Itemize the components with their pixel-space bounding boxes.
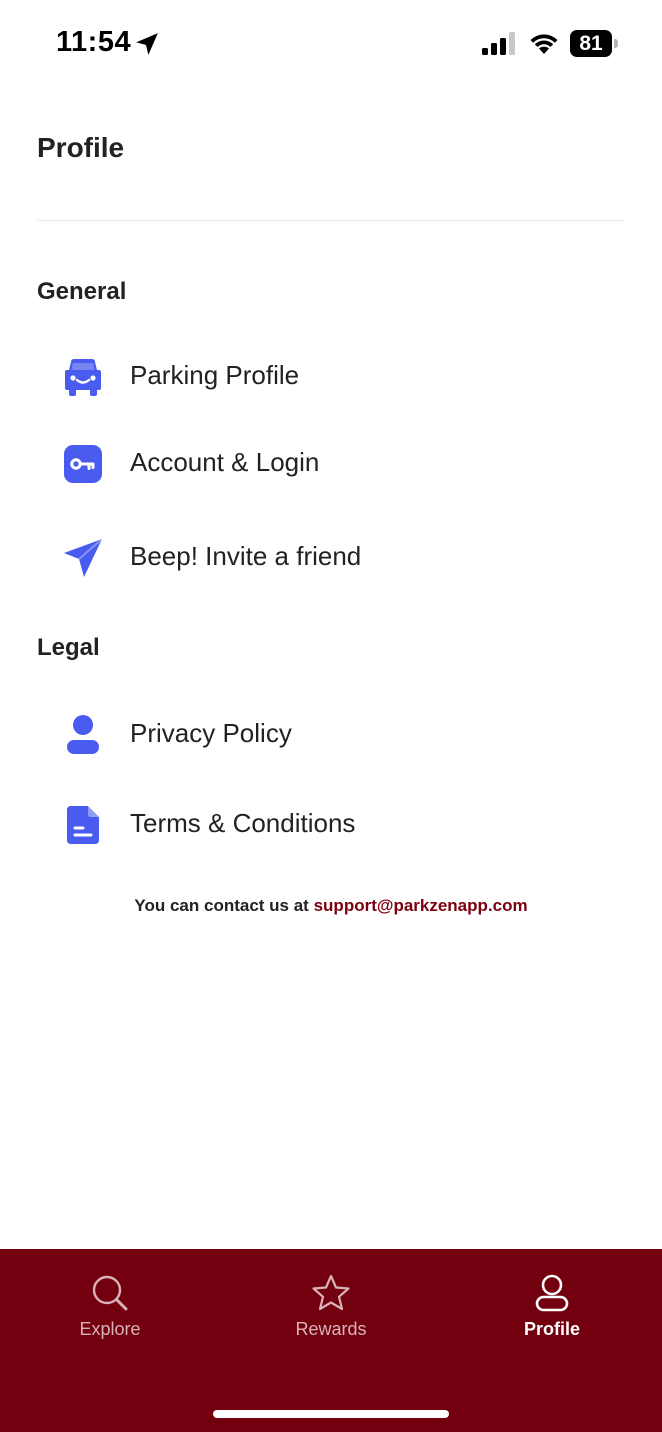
menu-item-account-login[interactable]: Account & Login (40, 433, 600, 493)
section-heading-general: General (37, 278, 127, 305)
person-icon (67, 715, 99, 754)
search-icon (92, 1275, 128, 1311)
bottom-tab-bar: Explore Rewards Profile (0, 1249, 662, 1432)
cellular-signal-icon (482, 32, 515, 55)
status-time: 11:54 (56, 26, 132, 58)
menu-item-terms-conditions[interactable]: Terms & Conditions (40, 794, 600, 854)
contact-info: You can contact us at support@parkzenapp… (0, 896, 662, 916)
car-icon (65, 359, 101, 396)
document-icon (67, 806, 99, 844)
header-divider (37, 220, 625, 221)
battery-indicator: 81 (570, 30, 618, 57)
battery-level: 81 (570, 30, 612, 57)
tab-label: Rewards (295, 1319, 367, 1339)
paper-plane-icon (64, 538, 103, 577)
menu-item-label: Parking Profile (130, 360, 300, 390)
user-icon (535, 1274, 569, 1312)
tab-label: Explore (79, 1319, 141, 1339)
tab-label: Profile (523, 1319, 580, 1339)
key-icon (64, 445, 102, 483)
contact-prefix: You can contact us at (134, 896, 309, 915)
menu-item-label: Beep! Invite a friend (130, 541, 362, 571)
menu-item-label: Privacy Policy (130, 718, 292, 748)
menu-item-parking-profile[interactable]: Parking Profile (40, 346, 600, 406)
battery-tip (614, 39, 618, 48)
status-bar: 11:54 81 (0, 0, 662, 90)
menu-item-privacy-policy[interactable]: Privacy Policy (40, 704, 600, 764)
section-heading-legal: Legal (37, 634, 100, 661)
tab-explore[interactable]: Explore (30, 1269, 190, 1349)
tab-rewards[interactable]: Rewards (251, 1269, 411, 1349)
menu-item-label: Account & Login (130, 447, 320, 477)
location-arrow-icon (136, 33, 158, 55)
home-indicator (213, 1410, 449, 1418)
support-email-link[interactable]: support@parkzenapp.com (314, 896, 528, 915)
menu-item-label: Terms & Conditions (130, 808, 356, 838)
star-icon (312, 1274, 350, 1311)
tab-profile[interactable]: Profile (472, 1269, 632, 1349)
menu-item-invite-friend[interactable]: Beep! Invite a friend (40, 527, 600, 587)
page-title: Profile (37, 132, 125, 163)
wifi-icon (530, 34, 558, 54)
